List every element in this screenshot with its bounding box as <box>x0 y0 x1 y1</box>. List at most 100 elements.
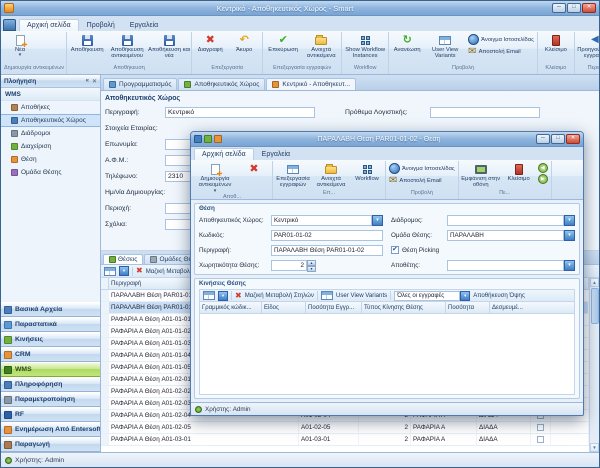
dialog-quick-icon-save[interactable] <box>194 135 202 143</box>
chevron-down-icon[interactable]: ▾ <box>460 291 470 301</box>
dialog-send-email-button[interactable]: ✉ Αποστολή Email <box>389 175 455 186</box>
capacity-field[interactable] <box>271 260 307 271</box>
dialog-open-items-button[interactable]: Ανοιχτά αντικείμενα <box>312 161 350 190</box>
table-row[interactable]: ΡΑΦΑΡΙΑ Α Θέση A01-02-05 A01-02-05 2 ΡΑΦ… <box>101 422 589 434</box>
aisle-value[interactable] <box>447 215 564 226</box>
tab-programming[interactable]: Προγραμματισμός <box>103 78 177 90</box>
scroll-up-icon[interactable]: ▲ <box>590 278 599 287</box>
minimize-button[interactable]: ─ <box>552 3 566 13</box>
position-group-combo[interactable]: ▾ <box>447 230 575 241</box>
dialog-next-record-icon[interactable]: ▶ <box>538 174 548 184</box>
description-field[interactable] <box>165 107 315 118</box>
grid-menu-caret-icon[interactable]: ▾ <box>119 266 129 276</box>
row-selector[interactable] <box>101 374 109 385</box>
refresh-button[interactable]: ↻ Ανανέωση <box>390 32 424 65</box>
row-selector[interactable] <box>101 362 109 373</box>
sidebar-tree-item[interactable]: Ομάδα Θέσης <box>1 166 100 179</box>
dialog-close-button[interactable]: ✕ <box>566 134 580 144</box>
tab-home[interactable]: Αρχική σελίδα <box>19 19 79 31</box>
tab-tools[interactable]: Εργαλεία <box>123 20 165 31</box>
tab-warehouse-space-list[interactable]: Αποθηκευτικός Χώρος <box>178 78 265 90</box>
cell-checkbox[interactable] <box>531 422 551 433</box>
sidebar-accordion-item[interactable]: Βασικά Αρχεία <box>1 302 100 317</box>
chevron-down-icon[interactable]: ▾ <box>372 215 383 226</box>
column-header[interactable]: Ποσότητα <box>446 302 490 313</box>
row-selector[interactable] <box>101 422 109 433</box>
vertical-scrollbar[interactable]: ▲ ▼ <box>589 278 599 452</box>
row-selector[interactable] <box>101 386 109 397</box>
description-field[interactable] <box>271 245 383 256</box>
sidebar-accordion-item[interactable]: Πληροφόρηση <box>1 377 100 392</box>
column-header[interactable]: Γραμμικός κώδικ... <box>200 302 262 313</box>
sidebar-tree-item[interactable]: Αποθήκες <box>1 101 100 114</box>
new-button[interactable]: Νέα ▾ <box>3 32 37 65</box>
sidebar-tree-item[interactable]: Διάδρομοι <box>1 127 100 140</box>
dialog-edit-records-button[interactable]: Επεξεργασία εγγραφών <box>274 161 312 190</box>
sidebar-tree-item[interactable]: Αποθηκευτικός Χώρος <box>1 114 100 127</box>
row-selector[interactable] <box>101 326 109 337</box>
sidebar-accordion-item[interactable]: WMS <box>1 362 100 377</box>
save-button[interactable]: Αποθήκευση <box>68 32 106 65</box>
cancel-button[interactable]: ↶ Άκυρο <box>227 32 261 65</box>
open-web-button[interactable]: Άνοιγμα Ιστοσελίδας <box>468 34 534 45</box>
depositor-combo[interactable]: ▾ <box>447 260 575 271</box>
dialog-maximize-button[interactable]: □ <box>551 134 565 144</box>
delete-row-icon[interactable]: ✖ <box>136 267 143 275</box>
scrollbar-thumb[interactable] <box>591 288 599 324</box>
delete-row-icon[interactable]: ✖ <box>235 292 242 300</box>
dialog-workflow-button[interactable]: Workflow <box>350 161 384 190</box>
user-view-variants-button[interactable]: User View Variants <box>336 292 387 299</box>
row-selector[interactable] <box>101 434 109 445</box>
tab-positions[interactable]: Θέσεις <box>103 254 143 264</box>
chevron-down-icon[interactable]: ▾ <box>564 260 575 271</box>
picking-checkbox[interactable] <box>391 246 399 254</box>
chevron-down-icon[interactable]: ▾ <box>564 215 575 226</box>
row-selector[interactable] <box>101 314 109 325</box>
aisle-combo[interactable]: ▾ <box>447 215 575 226</box>
view-variants-icon[interactable] <box>321 291 333 300</box>
save-view-button[interactable]: Αποθήκευση Όψης <box>473 292 525 299</box>
sidebar-accordion-item[interactable]: RF <box>1 407 100 422</box>
close-panel-icon[interactable]: ✕ <box>92 78 97 85</box>
send-email-button[interactable]: ✉ Αποστολή Email <box>468 46 534 57</box>
accounting-prefix-field[interactable] <box>430 107 540 118</box>
open-items-button[interactable]: Ανοιχτά αντικείμενα <box>302 32 340 65</box>
sidebar-accordion-item[interactable]: Παραγωγή <box>1 437 100 452</box>
movements-grid-body[interactable] <box>199 314 575 395</box>
sidebar-accordion-item[interactable]: Παραμετροποίηση <box>1 392 100 407</box>
row-selector[interactable] <box>101 350 109 361</box>
row-selector[interactable] <box>101 338 109 349</box>
row-selector[interactable] <box>101 398 109 409</box>
column-header[interactable]: Δεσμευμέ... <box>490 302 574 313</box>
row-selector[interactable] <box>101 302 109 313</box>
show-workflow-button[interactable]: Show Workflow Instances <box>343 32 387 65</box>
sidebar-accordion-item[interactable]: Ενημέρωση Από Entersoft <box>1 422 100 437</box>
row-selector[interactable] <box>101 290 109 301</box>
column-header[interactable]: Ποσότητα Εγγρ... <box>306 302 362 313</box>
warehouse-space-combo[interactable]: ▾ <box>271 215 383 226</box>
save-object-button[interactable]: Αποθήκευση αντικειμένου <box>106 32 148 65</box>
scroll-down-icon[interactable]: ▼ <box>590 443 599 452</box>
dialog-close-ribbon-button[interactable]: Κλείσιμο <box>502 161 536 190</box>
validate-button[interactable]: ✔ Επικύρωση <box>264 32 302 65</box>
depositor-value[interactable] <box>447 260 564 271</box>
sidebar-tree-item[interactable]: Διαχείριση <box>1 140 100 153</box>
grid-menu-icon[interactable] <box>203 291 215 300</box>
pin-icon[interactable]: « <box>86 78 89 85</box>
table-row[interactable]: ΡΑΦΑΡΙΑ Α Θέση A01-03-01 A01-03-01 2 ΡΑΦ… <box>101 434 589 446</box>
bulk-edit-button[interactable]: Μαζική Μεταβολή Στηλών <box>245 292 314 299</box>
close-ribbon-button[interactable]: Κλείσιμο <box>539 32 573 65</box>
dialog-tab-tools[interactable]: Εργαλεία <box>255 149 297 160</box>
position-group-value[interactable] <box>447 230 564 241</box>
records-filter-combo[interactable]: Όλες οι εγγραφές ▾ <box>394 291 470 301</box>
tab-view[interactable]: Προβολή <box>80 20 122 31</box>
chevron-down-icon[interactable]: ▾ <box>564 230 575 241</box>
dialog-tab-home[interactable]: Αρχική σελίδα <box>194 148 254 160</box>
dialog-quick-icon-options[interactable] <box>214 135 222 143</box>
sidebar-accordion-item[interactable]: Παραστατικά <box>1 317 100 332</box>
dialog-show-screen-button[interactable]: Εμφάνιση στην οθόνη <box>460 161 502 190</box>
grid-menu-icon[interactable] <box>104 267 116 276</box>
sidebar-tree-item[interactable]: Θέση <box>1 153 100 166</box>
previous-record-button[interactable]: ◀ Προηγούμενη εγγραφή <box>576 32 599 65</box>
capacity-spinner[interactable]: ▲▼ <box>307 260 316 271</box>
